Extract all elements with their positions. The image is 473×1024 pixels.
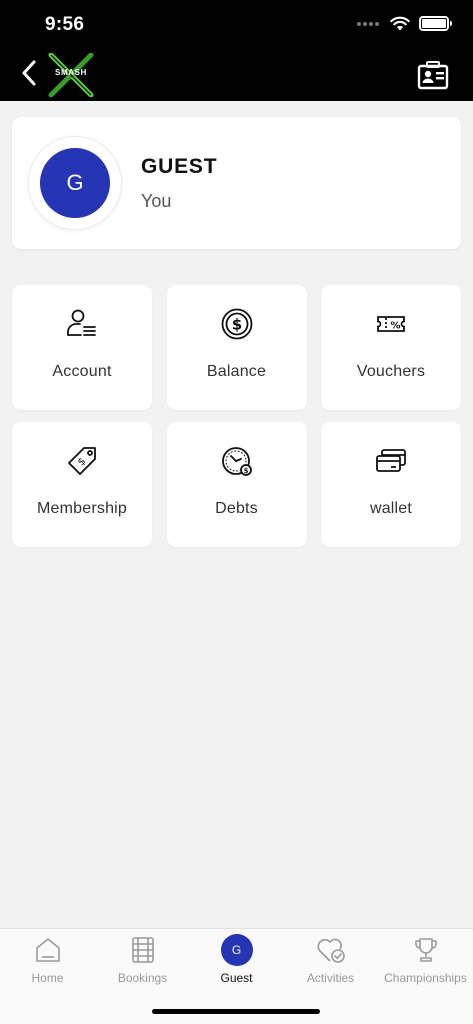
tab-championships[interactable]: Championships [378, 929, 473, 995]
tile-debts[interactable]: $ Debts [166, 422, 307, 547]
tile-vouchers[interactable]: % Vouchers [321, 285, 461, 410]
tile-label: Debts [215, 500, 258, 517]
tab-guest[interactable]: G Guest [189, 929, 284, 995]
svg-text:$: $ [76, 456, 88, 468]
id-card-button[interactable] [417, 60, 449, 90]
logo-text: SMASH [55, 68, 87, 77]
svg-text:$: $ [243, 467, 248, 475]
battery-icon [419, 16, 452, 31]
svg-text:%: % [390, 321, 400, 332]
tab-label: Championships [384, 971, 467, 985]
id-card-icon [417, 61, 449, 90]
tile-balance[interactable]: $ Balance [166, 285, 307, 410]
profile-name: GUEST [141, 155, 218, 178]
guest-avatar-icon: G [220, 934, 253, 966]
tile-account[interactable]: Account [12, 285, 152, 410]
price-tag-icon: $ [65, 444, 99, 478]
tile-label: Balance [206, 363, 267, 380]
home-icon [33, 935, 63, 965]
chevron-left-icon [22, 60, 36, 86]
tab-home[interactable]: Home [0, 929, 95, 995]
menu-tiles: Account $ Balance % Vouchers $ Membershi… [12, 285, 461, 547]
avatar: G [220, 934, 253, 966]
tile-label: Vouchers [356, 363, 426, 380]
status-time: 9:56 [45, 14, 85, 35]
bookings-icon [128, 935, 158, 965]
dollar-coin-icon: $ [220, 307, 254, 341]
trophy-icon [411, 935, 441, 965]
tile-membership[interactable]: $ Membership [12, 422, 152, 547]
smash-logo: SMASH [46, 53, 96, 97]
account-icon [65, 307, 99, 341]
app-header: SMASH [0, 48, 473, 101]
avatar-ring: G [29, 137, 121, 229]
debt-clock-icon: $ [220, 444, 254, 478]
home-indicator [152, 1009, 320, 1014]
tile-label: Account [52, 363, 112, 380]
back-button[interactable] [14, 58, 44, 88]
heart-check-icon [316, 935, 346, 965]
status-bar: 9:56 [0, 0, 473, 48]
voucher-ticket-icon: % [374, 307, 408, 341]
tile-label: wallet [369, 500, 413, 517]
wifi-icon [390, 16, 410, 31]
profile-subtitle: You [141, 191, 172, 211]
signal-icon [357, 21, 379, 26]
svg-text:$: $ [231, 316, 241, 334]
status-icons [357, 16, 452, 31]
tile-label: Membership [36, 500, 128, 517]
profile-card[interactable]: G GUEST You [12, 117, 461, 249]
tab-activities[interactable]: Activities [283, 929, 378, 995]
tile-wallet[interactable]: wallet [321, 422, 461, 547]
tab-bookings[interactable]: Bookings [95, 929, 190, 995]
avatar: G [40, 148, 110, 218]
wallet-cards-icon [374, 444, 408, 478]
